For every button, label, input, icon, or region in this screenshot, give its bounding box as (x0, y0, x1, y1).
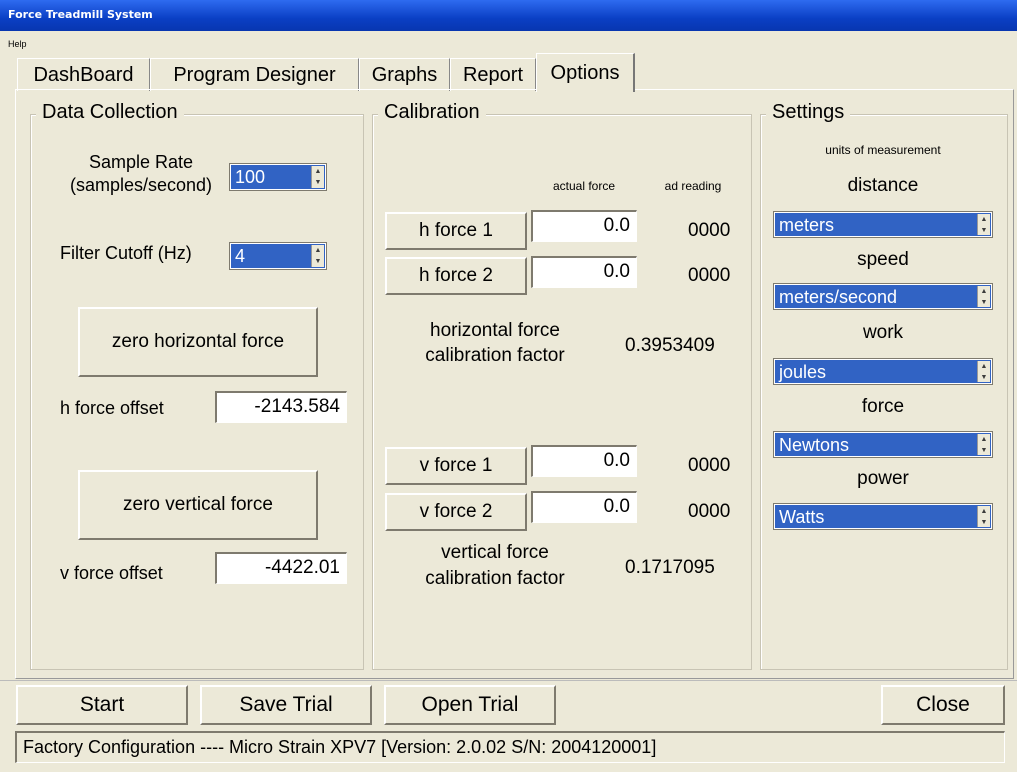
v-force-2-actual-field[interactable]: 0.0 (531, 491, 637, 523)
open-trial-button[interactable]: Open Trial (384, 685, 556, 725)
zero-vertical-force-button[interactable]: zero vertical force (78, 470, 318, 540)
spin-arrows-icon[interactable]: ▲ ▼ (311, 166, 324, 188)
spin-arrows-icon[interactable]: ▲ ▼ (977, 361, 990, 382)
zero-horizontal-force-button[interactable]: zero horizontal force (78, 307, 318, 377)
spin-arrows-icon[interactable]: ▲ ▼ (977, 286, 990, 307)
v-force-1-actual-field[interactable]: 0.0 (531, 445, 637, 477)
calibration-legend: Calibration (378, 101, 486, 123)
save-trial-button[interactable]: Save Trial (200, 685, 372, 725)
settings-group (760, 114, 1008, 670)
speed-label: speed (857, 249, 909, 270)
v-force-offset-field[interactable]: -4422.01 (215, 552, 347, 584)
ad-reading-header: ad reading (664, 179, 722, 193)
title-bar: Force Treadmill System (0, 0, 1017, 31)
distance-units-value: meters (779, 215, 835, 235)
force-label: force (861, 396, 905, 417)
v-force-2-ad-reading: 0000 (688, 501, 731, 522)
tab-program-designer[interactable]: Program Designer (150, 58, 359, 91)
h-calibration-factor-label-2: calibration factor (425, 345, 565, 366)
menu-bar: Help (0, 31, 1017, 49)
sample-rate-label: Sample Rate (88, 152, 194, 172)
power-units-select[interactable]: Watts ▲ ▼ (773, 503, 993, 530)
h-force-1-actual-field[interactable]: 0.0 (531, 210, 637, 242)
close-button[interactable]: Close (881, 685, 1005, 725)
filter-cutoff-spinner[interactable]: 4 ▲ ▼ (229, 242, 327, 270)
v-calibration-factor-value: 0.1717095 (625, 557, 715, 578)
v-force-2-button[interactable]: v force 2 (385, 493, 527, 531)
work-units-select[interactable]: joules ▲ ▼ (773, 358, 993, 385)
v-calibration-factor-label: vertical force (441, 542, 549, 563)
sample-rate-units-label: (samples/second) (69, 175, 213, 195)
power-label: power (857, 468, 909, 489)
speed-units-select[interactable]: meters/second ▲ ▼ (773, 283, 993, 310)
filter-cutoff-value: 4 (235, 246, 246, 266)
work-label: work (862, 322, 904, 343)
h-force-1-button[interactable]: h force 1 (385, 212, 527, 250)
h-calibration-factor-value: 0.3953409 (625, 335, 715, 356)
tab-graphs[interactable]: Graphs (359, 58, 450, 91)
h-force-2-button[interactable]: h force 2 (385, 257, 527, 295)
v-force-offset-label: v force offset (60, 563, 163, 583)
h-force-2-ad-reading: 0000 (688, 265, 731, 286)
spin-arrows-icon[interactable]: ▲ ▼ (311, 245, 324, 267)
force-units-select[interactable]: Newtons ▲ ▼ (773, 431, 993, 458)
h-force-1-ad-reading: 0000 (688, 220, 731, 241)
spin-arrows-icon[interactable]: ▲ ▼ (977, 506, 990, 527)
spin-arrows-icon[interactable]: ▲ ▼ (977, 434, 990, 455)
power-units-value: Watts (779, 507, 825, 527)
distance-label: distance (847, 175, 919, 196)
speed-units-value: meters/second (779, 287, 898, 307)
sample-rate-spinner[interactable]: 100 ▲ ▼ (229, 163, 327, 191)
h-force-offset-field[interactable]: -2143.584 (215, 391, 347, 423)
start-button[interactable]: Start (16, 685, 188, 725)
window-title: Force Treadmill System (8, 8, 153, 21)
settings-legend: Settings (766, 101, 851, 123)
v-force-1-button[interactable]: v force 1 (385, 447, 527, 485)
sample-rate-value: 100 (235, 167, 266, 187)
units-of-measurement-label: units of measurement (825, 143, 941, 157)
actual-force-header: actual force (552, 179, 616, 193)
tab-options[interactable]: Options (536, 53, 635, 92)
menu-help[interactable]: Help (8, 39, 27, 49)
spin-arrows-icon[interactable]: ▲ ▼ (977, 214, 990, 235)
tab-report[interactable]: Report (450, 58, 536, 91)
h-force-2-actual-field[interactable]: 0.0 (531, 256, 637, 288)
work-units-value: joules (779, 362, 827, 382)
filter-cutoff-label: Filter Cutoff (Hz) (60, 243, 192, 263)
h-force-offset-label: h force offset (60, 398, 164, 418)
data-collection-legend: Data Collection (36, 101, 184, 123)
h-calibration-factor-label: horizontal force (430, 320, 560, 341)
v-force-1-ad-reading: 0000 (688, 455, 731, 476)
tab-dashboard[interactable]: DashBoard (17, 58, 150, 91)
distance-units-select[interactable]: meters ▲ ▼ (773, 211, 993, 238)
v-calibration-factor-label-2: calibration factor (425, 568, 565, 589)
status-bar: Factory Configuration ---- Micro Strain … (15, 731, 1005, 763)
separator (0, 680, 1017, 681)
force-units-value: Newtons (779, 435, 850, 455)
